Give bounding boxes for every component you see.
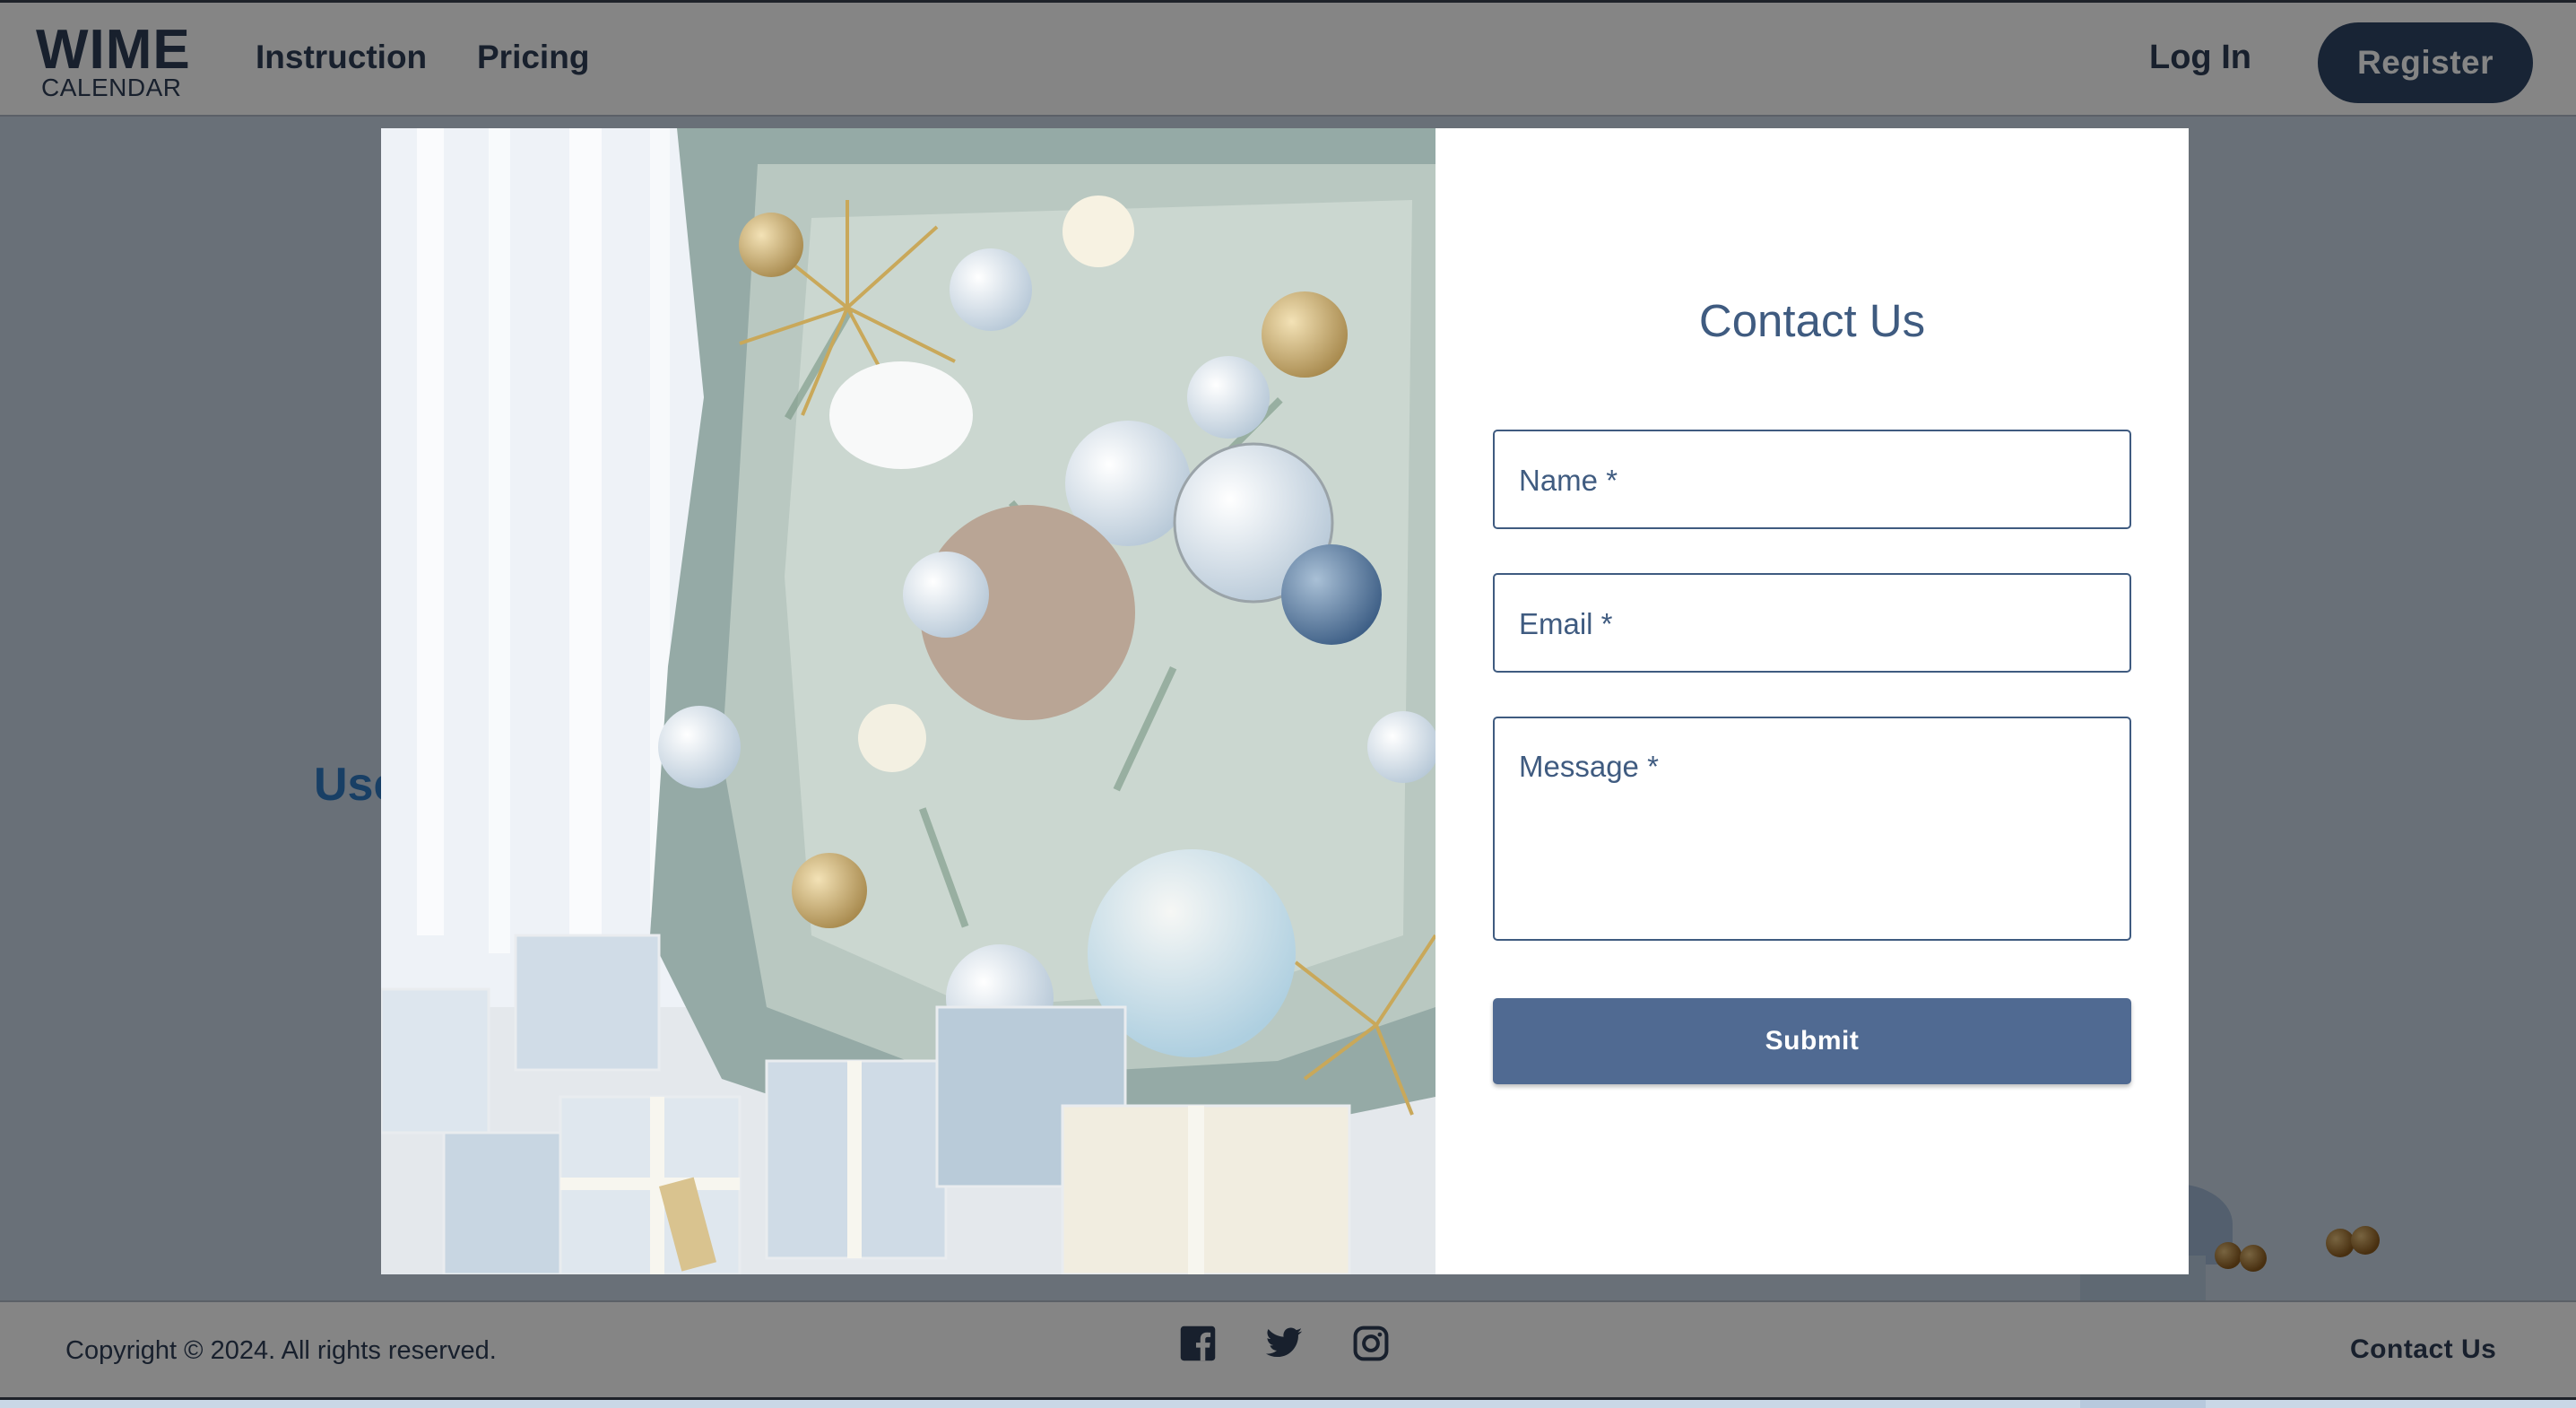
christmas-tree-image <box>381 128 1435 1274</box>
name-field-label: Name * <box>1519 464 1618 497</box>
email-field-label: Email * <box>1519 607 1613 640</box>
modal-title: Contact Us <box>1698 295 1926 346</box>
message-field[interactable]: Message * <box>1493 717 2131 941</box>
name-field[interactable]: Name * <box>1493 430 2131 529</box>
message-field-label: Message * <box>1519 750 1659 783</box>
christmas-tree-illustration <box>381 128 1435 1274</box>
contact-modal: Contact Us Name * Email * Message * Subm… <box>381 128 2189 1274</box>
contact-form: Contact Us Name * Email * Message * Subm… <box>1435 128 2189 1274</box>
submit-button[interactable]: Submit <box>1493 998 2131 1084</box>
email-field[interactable]: Email * <box>1493 573 2131 673</box>
